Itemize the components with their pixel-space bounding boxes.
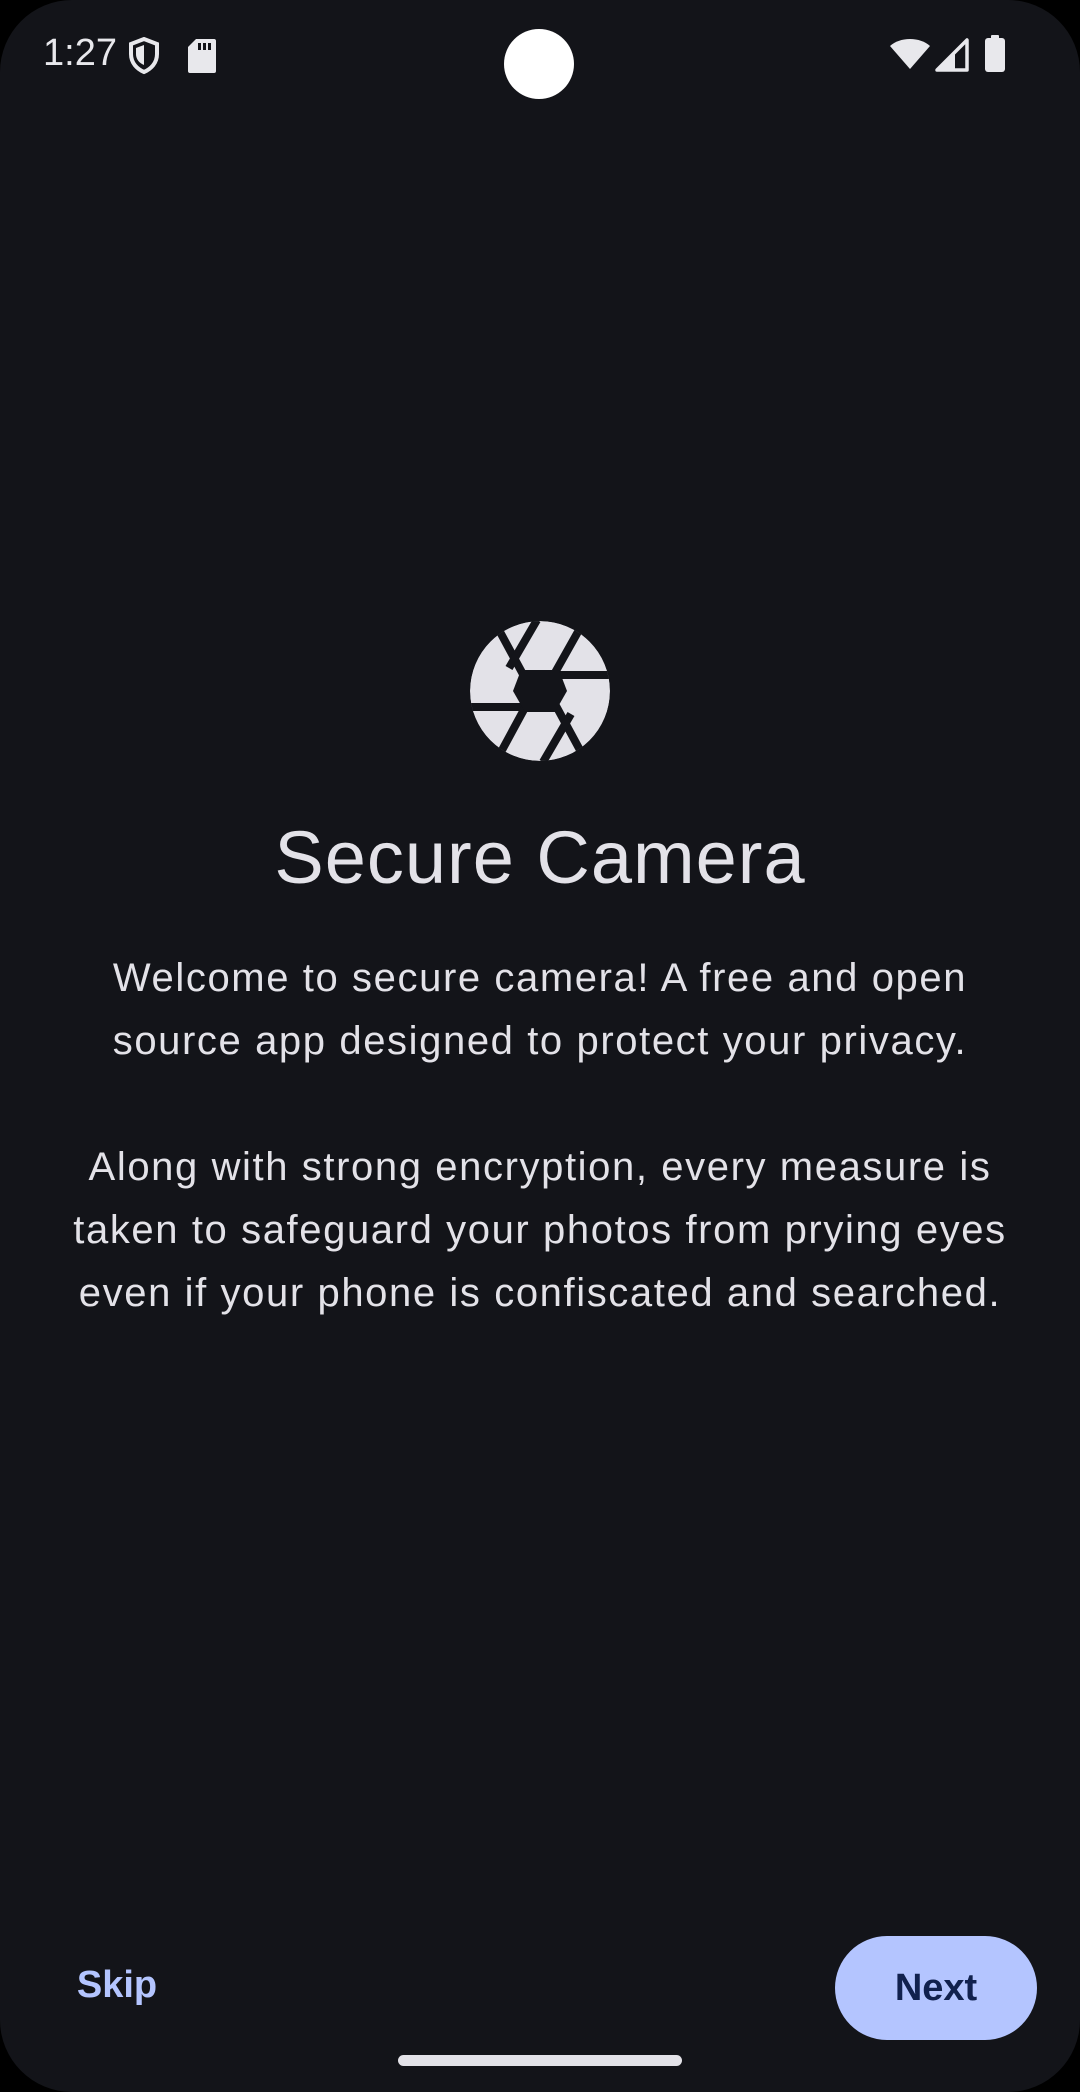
wifi-icon [889, 38, 931, 74]
next-button[interactable]: Next [835, 1936, 1037, 2040]
skip-button[interactable]: Skip [62, 1950, 172, 2020]
encryption-line-1: Along with strong encryption, every meas… [88, 1145, 992, 1189]
welcome-line-1: Welcome to secure camera! A free and ope… [112, 956, 968, 1000]
encryption-line-3: even if your phone is confiscated and se… [78, 1271, 1002, 1315]
status-bar: 1:27 [0, 0, 1080, 112]
encryption-paragraph: Along with strong encryption, every meas… [40, 1136, 1040, 1325]
home-gesture-bar[interactable] [398, 2055, 682, 2066]
shield-icon [128, 36, 160, 79]
onboarding-screen: 1:27 Secure Camera Welcome to secure cam… [0, 0, 1080, 2092]
aperture-icon [469, 620, 611, 762]
status-time: 1:27 [43, 32, 117, 74]
page-title: Secure Camera [274, 816, 806, 899]
welcome-paragraph: Welcome to secure camera! A free and ope… [40, 947, 1040, 1073]
encryption-line-2: taken to safeguard your photos from pryi… [73, 1208, 1007, 1252]
battery-icon [984, 35, 1006, 77]
front-camera-cutout [504, 29, 574, 99]
signal-icon [935, 38, 969, 76]
welcome-line-2: source app designed to protect your priv… [112, 1019, 968, 1063]
sd-card-icon [187, 38, 217, 78]
